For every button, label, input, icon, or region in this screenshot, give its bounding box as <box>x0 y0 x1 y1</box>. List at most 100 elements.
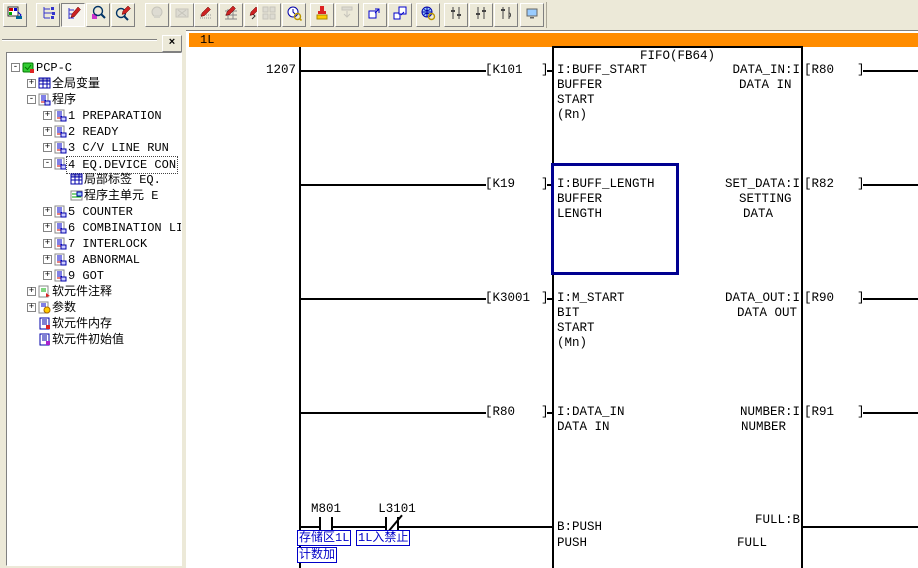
contact-device-label: L3101 <box>370 502 424 516</box>
write-mode-button[interactable] <box>111 3 135 27</box>
device-display-3-button[interactable] <box>494 3 518 27</box>
open-reference-window-button[interactable] <box>388 3 412 27</box>
tree-item-label: 9 GOT <box>68 268 104 284</box>
tree-item-program-cv-line-run[interactable]: +3 C/V LINE RUN <box>7 140 182 156</box>
fb-port-desc: DATA <box>743 207 773 221</box>
globe-zoom-icon <box>420 5 436 26</box>
panel-grab-handle[interactable] <box>2 39 157 41</box>
fb-port-label[interactable]: FULL:B <box>686 513 800 527</box>
tree-item-device-memory[interactable]: 软元件内存 <box>7 316 182 332</box>
contact-gap <box>321 526 331 528</box>
tree-item-program-ready[interactable]: +2 READY <box>7 124 182 140</box>
tree-item-label: 1 PREPARATION <box>68 108 162 124</box>
close-panel-button[interactable]: × <box>162 35 182 52</box>
fb-port-desc: BUFFER <box>557 78 602 92</box>
tree-item-program[interactable]: - 程序 <box>7 92 182 108</box>
device-comment: 存储区1L <box>297 530 351 546</box>
tree-expander-icon[interactable]: - <box>27 95 36 104</box>
output-operand[interactable]: [R91 <box>804 405 834 419</box>
fb-title[interactable]: FIFO(FB64) <box>552 49 803 63</box>
device-batch-monitor-button[interactable] <box>219 3 243 27</box>
tree-item-project-root[interactable]: - PCP-C <box>7 60 182 76</box>
tree-expander-icon[interactable]: + <box>27 303 36 312</box>
tree-item-label: 局部标签 EQ. <box>84 172 161 188</box>
tree-item-program-preparation[interactable]: +1 PREPARATION <box>7 108 182 124</box>
monitor-write-mode-button[interactable] <box>61 3 85 27</box>
tree-item-program-combination[interactable]: +6 COMBINATION LI <box>7 220 182 236</box>
tree-item-device-comment[interactable]: + 软元件注释 <box>7 284 182 300</box>
tree-expander-icon[interactable]: + <box>43 111 52 120</box>
tree-blue-icon <box>40 5 56 26</box>
device-display-1-button[interactable] <box>444 3 468 27</box>
fb-port-label[interactable]: SET_DATA:I <box>686 177 800 191</box>
monitor-condition-button[interactable] <box>520 3 544 27</box>
tree-item-label: 软元件注释 <box>52 284 112 300</box>
tree-expander-icon[interactable]: + <box>43 207 52 216</box>
win-arrow-icon <box>367 5 383 26</box>
tree-item-program-counter[interactable]: +5 COUNTER <box>7 204 182 220</box>
transfer-setup-button <box>335 3 359 27</box>
tree-item-device-initial-value[interactable]: 软元件初始值 <box>7 332 182 348</box>
unit-icon <box>70 189 83 202</box>
fb-port-label[interactable]: I:DATA_IN <box>557 405 625 419</box>
plc-write-icon <box>7 5 23 26</box>
wire <box>863 70 918 72</box>
fb-right-border <box>801 46 803 568</box>
fb-port-desc: DATA IN <box>557 420 610 434</box>
fb-port-desc: SETTING <box>739 192 792 206</box>
tree-pen-icon <box>65 5 81 26</box>
open-window-button[interactable] <box>363 3 387 27</box>
output-operand[interactable]: [R82 <box>804 177 834 191</box>
dots-pen-icon <box>198 5 214 26</box>
verify-stop-button <box>170 3 194 27</box>
tree-expander-icon[interactable]: + <box>43 127 52 136</box>
device-display-2-button[interactable] <box>469 3 493 27</box>
section-header-bar[interactable]: 1L <box>189 33 918 47</box>
read-mode-button[interactable] <box>86 3 110 27</box>
memory2-icon <box>38 333 51 346</box>
tree-expander-icon[interactable]: - <box>43 159 52 168</box>
wire <box>803 526 918 528</box>
fb-port-label[interactable]: DATA_IN:I <box>686 63 800 77</box>
tree-expander-icon[interactable]: + <box>43 255 52 264</box>
tree-expander-icon[interactable]: + <box>27 79 36 88</box>
cross-reference-button[interactable] <box>416 3 440 27</box>
write-to-plc-button[interactable] <box>3 3 27 27</box>
tree-item-parameter[interactable]: +参数 <box>7 300 182 316</box>
fb-port-label[interactable]: I:BUFF_START <box>557 63 647 77</box>
tree-expander-icon[interactable]: + <box>43 143 52 152</box>
fb-port-label[interactable]: DATA_OUT:I <box>686 291 800 305</box>
tree-item-program-interlock[interactable]: +7 INTERLOCK <box>7 236 182 252</box>
tree-item-program-eq-device[interactable]: -4 EQ.DEVICE CON <box>7 156 182 172</box>
tree-expander-icon[interactable]: + <box>43 271 52 280</box>
input-operand[interactable]: [R80 <box>485 405 515 419</box>
tree-expander-icon[interactable]: + <box>27 287 36 296</box>
output-operand[interactable]: [R80 <box>804 63 834 77</box>
input-operand[interactable]: [K3001 <box>485 291 530 305</box>
clock-monitor-button[interactable] <box>282 3 306 27</box>
ladder-monitor-button[interactable] <box>36 3 60 27</box>
tree-item-label: 程序 <box>52 92 76 108</box>
fb-port-label[interactable]: I:M_START <box>557 291 625 305</box>
tree-item-program-got[interactable]: +9 GOT <box>7 268 182 284</box>
tree-expander-icon[interactable]: + <box>43 223 52 232</box>
ladder-icon <box>54 125 67 138</box>
tree-expander-icon[interactable]: + <box>43 239 52 248</box>
ladder-icon <box>54 109 67 122</box>
tree-item-local-label-eq[interactable]: 局部标签 EQ. <box>7 172 182 188</box>
tree-item-global-variables[interactable]: +全局变量 <box>7 76 182 92</box>
device-comment: 计数加 <box>297 547 337 563</box>
input-operand[interactable]: [K19 <box>485 177 515 191</box>
device-test-button[interactable] <box>194 3 218 27</box>
fb-port-label[interactable]: B:PUSH <box>557 520 602 534</box>
tree-item-program-abnormal[interactable]: +8 ABNORMAL <box>7 252 182 268</box>
input-operand[interactable]: [K101 <box>485 63 523 77</box>
fb-port-label[interactable]: NUMBER:I <box>686 405 800 419</box>
output-operand[interactable]: [R90 <box>804 291 834 305</box>
tree-expander-icon[interactable]: - <box>11 63 20 72</box>
contact-device-label: M801 <box>305 502 347 516</box>
tree-item-label: PCP-C <box>36 60 72 76</box>
remote-operation-button[interactable] <box>310 3 334 27</box>
table-icon <box>70 173 83 186</box>
tree-item-program-main-unit[interactable]: 程序主单元 E <box>7 188 182 204</box>
